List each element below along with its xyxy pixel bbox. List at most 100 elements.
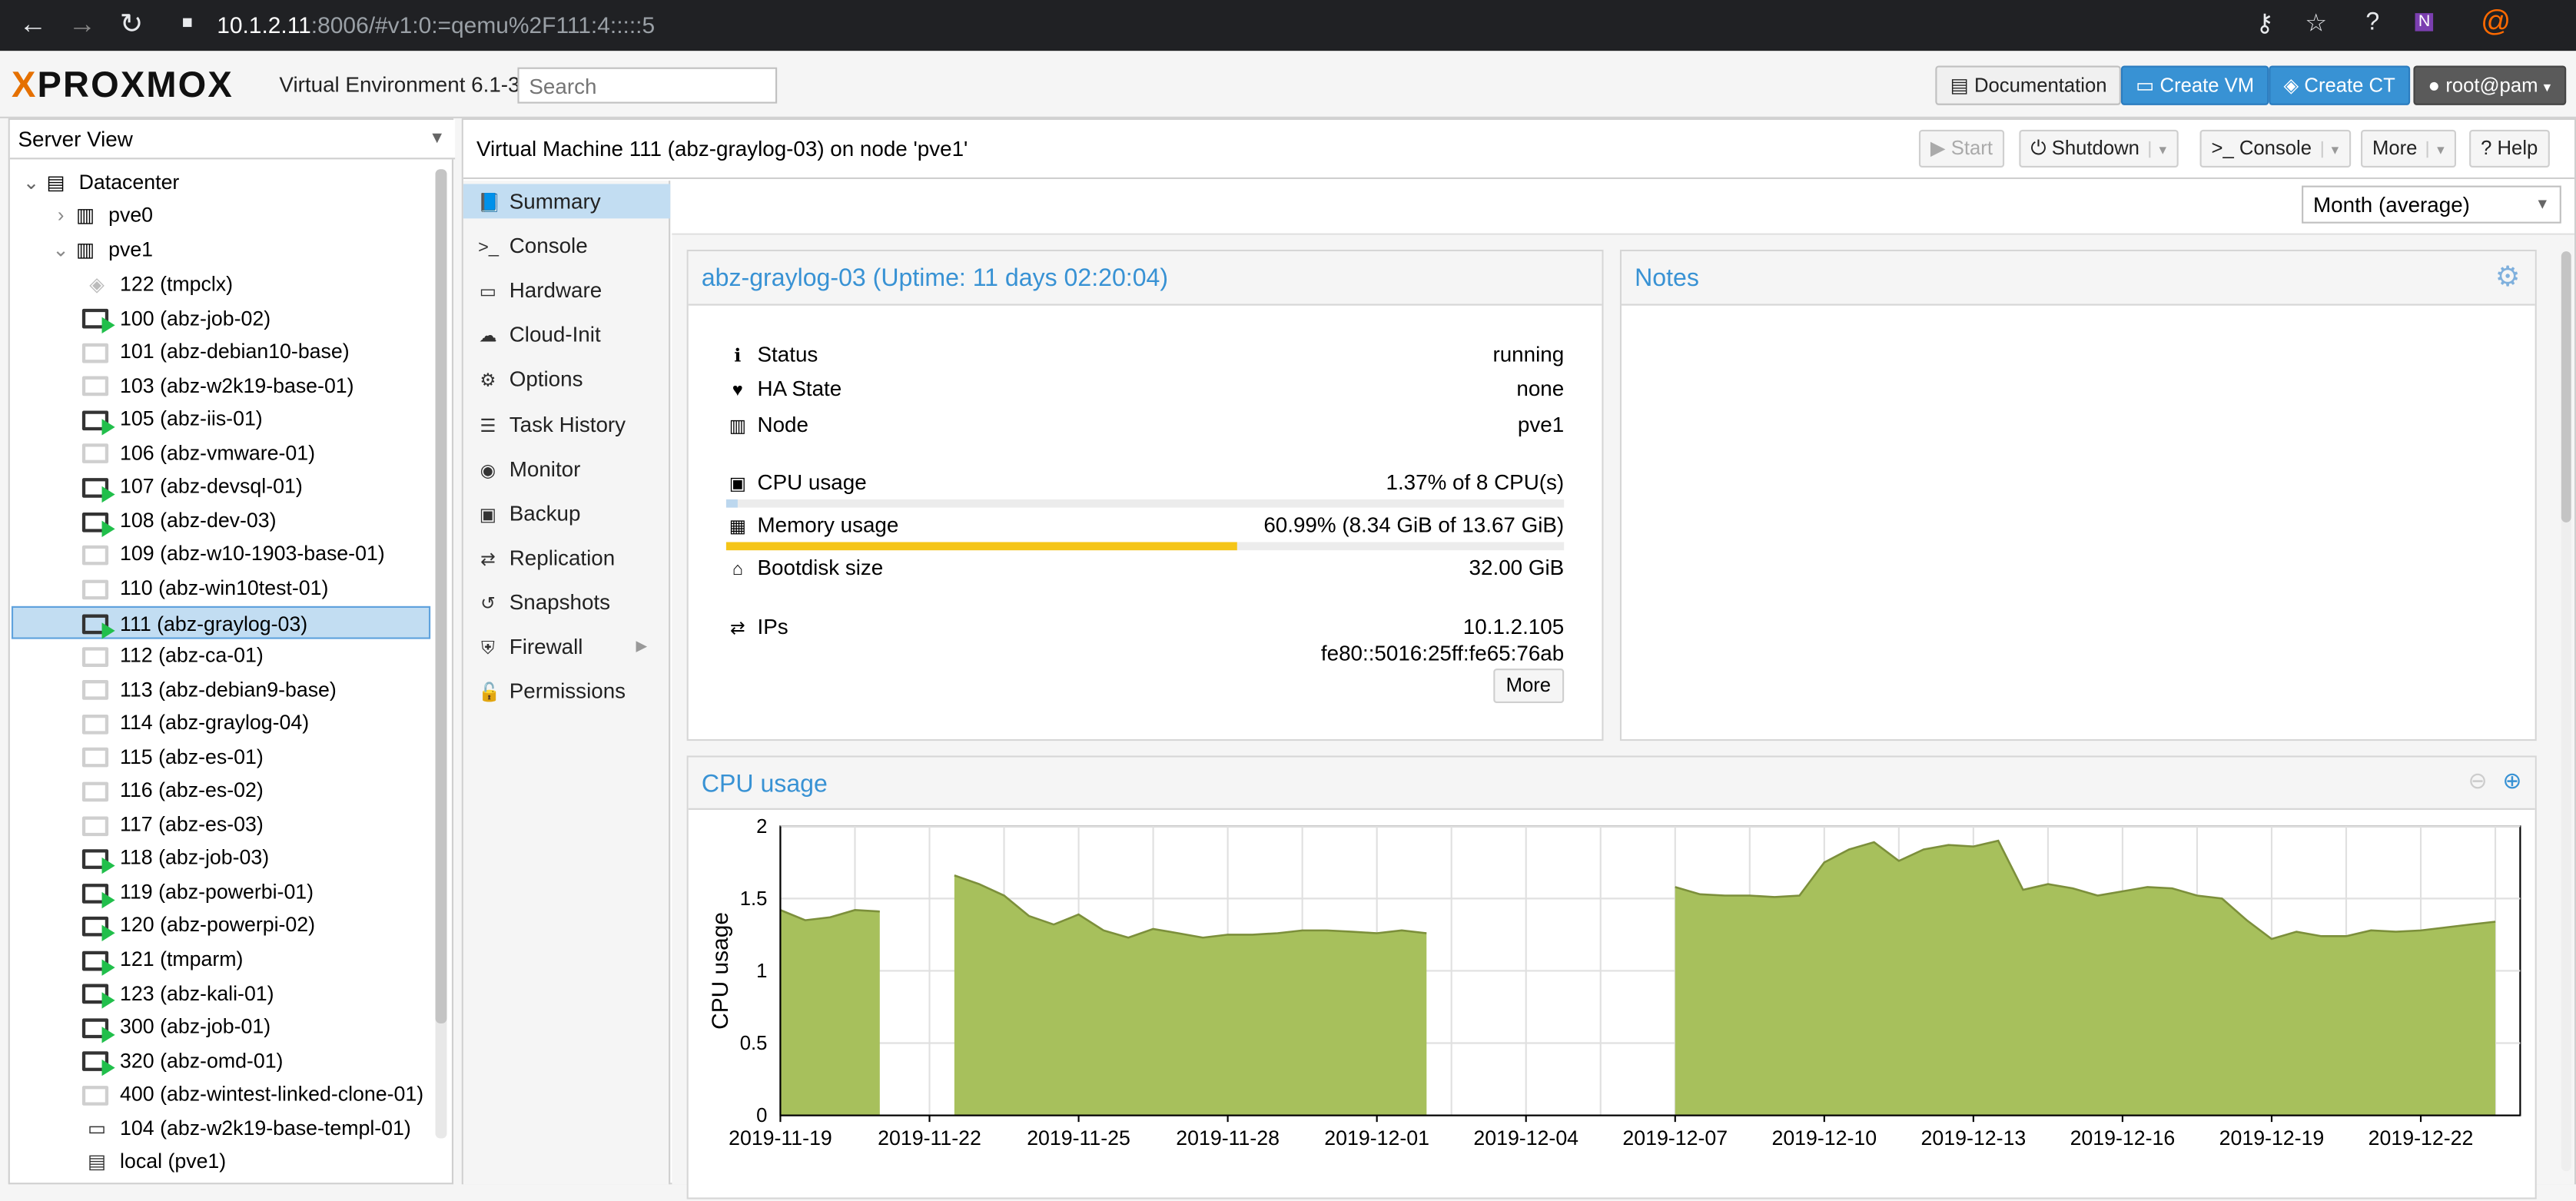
tree-item[interactable]: 111 (abz-graylog-03) bbox=[11, 605, 431, 640]
menu-item-label: Options bbox=[509, 367, 583, 392]
console-button[interactable]: >_ Console ▾ bbox=[2199, 129, 2351, 168]
menu-item-cloud-init[interactable]: ☁ Cloud-Init bbox=[463, 317, 670, 352]
tree-item[interactable]: 106 (abz-vmware-01) bbox=[81, 436, 316, 469]
menu-item-permissions[interactable]: 🔓 Permissions bbox=[463, 674, 670, 708]
tree-item[interactable]: 116 (abz-es-02) bbox=[81, 774, 264, 807]
tree-item[interactable]: 100 (abz-job-02) bbox=[81, 301, 271, 334]
cpu-chart: 0 0.5 1 1.5 2 2019-11-19 2019-11-22 2019-11-25 2… bbox=[708, 816, 2521, 1150]
tree-item[interactable]: 108 (abz-dev-03) bbox=[81, 504, 277, 537]
help-button[interactable]: ? Help bbox=[2469, 129, 2550, 168]
tree-item-label: 116 (abz-es-02) bbox=[120, 778, 264, 802]
menu-item-hardware[interactable]: ▭ Hardware bbox=[463, 273, 670, 307]
tree-scrollbar-thumb[interactable] bbox=[435, 169, 447, 1024]
menu-item-summary[interactable]: 📘 Summary bbox=[463, 184, 671, 219]
tree-item[interactable]: 109 (abz-w10-1903-base-01) bbox=[81, 538, 385, 571]
zoom-in-icon[interactable]: ⊕ bbox=[2502, 767, 2521, 795]
tree-item[interactable]: 107 (abz-devsql-01) bbox=[81, 470, 303, 503]
user-menu-button[interactable]: ● root@pam ▾ bbox=[2413, 65, 2566, 105]
content-scrollbar-thumb[interactable] bbox=[2561, 251, 2571, 523]
tree-item-label: 106 (abz-vmware-01) bbox=[120, 441, 316, 465]
memory-icon: ▦ bbox=[729, 517, 746, 538]
vm-running-icon bbox=[81, 410, 115, 436]
tree-item[interactable]: 103 (abz-w2k19-base-01) bbox=[81, 369, 354, 402]
create-ct-button[interactable]: ◈ Create CT bbox=[2269, 65, 2411, 105]
tree-item[interactable]: 120 (abz-powerpi-02) bbox=[81, 909, 316, 942]
key-icon[interactable]: ⚷ bbox=[2256, 8, 2274, 38]
tree-item[interactable]: ▭ 104 (abz-w2k19-base-templ-01) bbox=[82, 1112, 411, 1145]
tree-item[interactable]: 110 (abz-win10test-01) bbox=[81, 572, 329, 605]
tree-item[interactable]: 123 (abz-kali-01) bbox=[81, 977, 274, 1010]
tree-item[interactable]: 115 (abz-es-01) bbox=[81, 740, 264, 773]
tree-item[interactable]: 101 (abz-debian10-base) bbox=[81, 335, 350, 368]
tree-item-label: 103 (abz-w2k19-base-01) bbox=[120, 373, 354, 397]
tree-item[interactable]: 113 (abz-debian9-base) bbox=[81, 673, 337, 706]
more-button[interactable]: More ▾ bbox=[2361, 129, 2456, 168]
memory-usage-bar bbox=[725, 542, 1565, 551]
tree-item[interactable]: 300 (abz-job-01) bbox=[81, 1010, 271, 1043]
menu-item-label: Firewall bbox=[509, 634, 583, 659]
storage-icon: ▤ bbox=[88, 1150, 107, 1174]
tree-item[interactable]: ◈ 122 (tmpclx) bbox=[82, 267, 233, 300]
chevron-down-icon[interactable]: ▾ bbox=[2149, 141, 2167, 158]
tree-item[interactable]: 119 (abz-powerbi-01) bbox=[81, 875, 314, 908]
create-vm-button[interactable]: ▭ Create VM bbox=[2120, 65, 2269, 105]
tree-item[interactable]: ▤ local (pve1) bbox=[82, 1146, 226, 1179]
page-title: Virtual Machine 111 (abz-graylog-03) on … bbox=[476, 136, 968, 161]
menu-item-backup[interactable]: ▣ Backup bbox=[463, 496, 670, 530]
back-icon[interactable]: ← bbox=[16, 8, 49, 41]
search-input[interactable] bbox=[517, 67, 778, 104]
desktop-icon: ▭ bbox=[2136, 74, 2155, 98]
timeframe-select[interactable]: Month (average) ▼ bbox=[2302, 185, 2561, 224]
tree-item[interactable]: 118 (abz-job-03) bbox=[81, 841, 269, 874]
star-icon[interactable]: ☆ bbox=[2305, 8, 2327, 38]
menu-item-snapshots[interactable]: ↺ Snapshots bbox=[463, 585, 670, 619]
container-icon: ◈ bbox=[89, 272, 105, 296]
tree-item[interactable]: 117 (abz-es-03) bbox=[81, 808, 264, 841]
vm-running-icon bbox=[81, 849, 115, 874]
tree-node-pve1[interactable]: ⌄ ▥ pve1 bbox=[46, 234, 153, 267]
menu-item-label: Backup bbox=[509, 500, 581, 526]
menu-item-replication[interactable]: ⇄ Replication bbox=[463, 540, 670, 575]
book-icon: ▤ bbox=[1950, 74, 1969, 98]
start-button[interactable]: ▶ Start bbox=[1918, 129, 2004, 168]
gear-icon[interactable]: ⚙ bbox=[2495, 261, 2521, 294]
content-scrollbar[interactable] bbox=[2561, 251, 2571, 1172]
tree-item[interactable]: 400 (abz-wintest-linked-clone-01) bbox=[81, 1078, 423, 1111]
forward-icon[interactable]: → bbox=[66, 8, 99, 41]
tree-item[interactable]: 105 (abz-iis-01) bbox=[81, 403, 263, 436]
shutdown-button[interactable]: ⏻ Shutdown ▾ bbox=[2019, 129, 2179, 168]
menu-item-task-history[interactable]: ☰ Task History bbox=[463, 406, 670, 441]
y-tick-label: 2 bbox=[756, 816, 767, 838]
status-row: ℹ Status running bbox=[726, 340, 1564, 370]
menu-item-monitor[interactable]: ◉ Monitor bbox=[463, 451, 670, 486]
chevron-down-icon[interactable]: ▾ bbox=[2321, 141, 2339, 158]
power-icon: ⏻ bbox=[2030, 136, 2047, 160]
zoom-reset-icon[interactable]: ⊖ bbox=[2468, 767, 2488, 795]
tree-item[interactable]: 121 (tmparm) bbox=[81, 943, 243, 976]
chevron-down-icon: ▼ bbox=[2535, 195, 2550, 212]
ips-more-button[interactable]: More bbox=[1492, 669, 1565, 703]
tree-scrollbar[interactable] bbox=[435, 169, 447, 1139]
at-sign-icon[interactable]: @ bbox=[2481, 5, 2511, 39]
documentation-button[interactable]: ▤ Documentation bbox=[1935, 65, 2122, 105]
menu-item-console[interactable]: >_ Console bbox=[463, 228, 670, 263]
summary-toolbar: Month (average) ▼ bbox=[672, 181, 2574, 235]
vm-stopped-icon bbox=[81, 714, 109, 735]
menu-item-firewall[interactable]: ⛨ Firewall ▶ bbox=[463, 629, 670, 664]
view-selector[interactable]: Server View ▼ bbox=[9, 120, 456, 160]
onenote-icon[interactable]: N bbox=[2415, 13, 2434, 32]
menu-item-options[interactable]: ⚙ Options bbox=[463, 362, 670, 396]
x-tick-label: 2019-12-07 bbox=[1622, 1126, 1728, 1150]
reload-icon[interactable]: ↻ bbox=[115, 8, 148, 41]
tree-datacenter[interactable]: ⌄ ▤ Datacenter bbox=[16, 166, 179, 199]
tree-node-pve0[interactable]: › ▥ pve0 bbox=[46, 199, 153, 232]
extension-help-icon[interactable]: ? bbox=[2365, 8, 2379, 36]
address-bar[interactable]: 10.1.2.11:8006/#v1:0:=qemu%2F111:4:::::5 bbox=[217, 0, 655, 51]
chevron-down-icon: ▼ bbox=[429, 129, 446, 148]
tree-item-label: 120 (abz-powerpi-02) bbox=[120, 914, 316, 937]
url-host: 10.1.2.11 bbox=[217, 11, 311, 38]
tree-item[interactable]: 320 (abz-omd-01) bbox=[81, 1044, 284, 1077]
tree-item[interactable]: 114 (abz-graylog-04) bbox=[81, 707, 309, 740]
tree-item[interactable]: 112 (abz-ca-01) bbox=[81, 639, 264, 672]
retweet-icon: ⇄ bbox=[480, 549, 496, 570]
